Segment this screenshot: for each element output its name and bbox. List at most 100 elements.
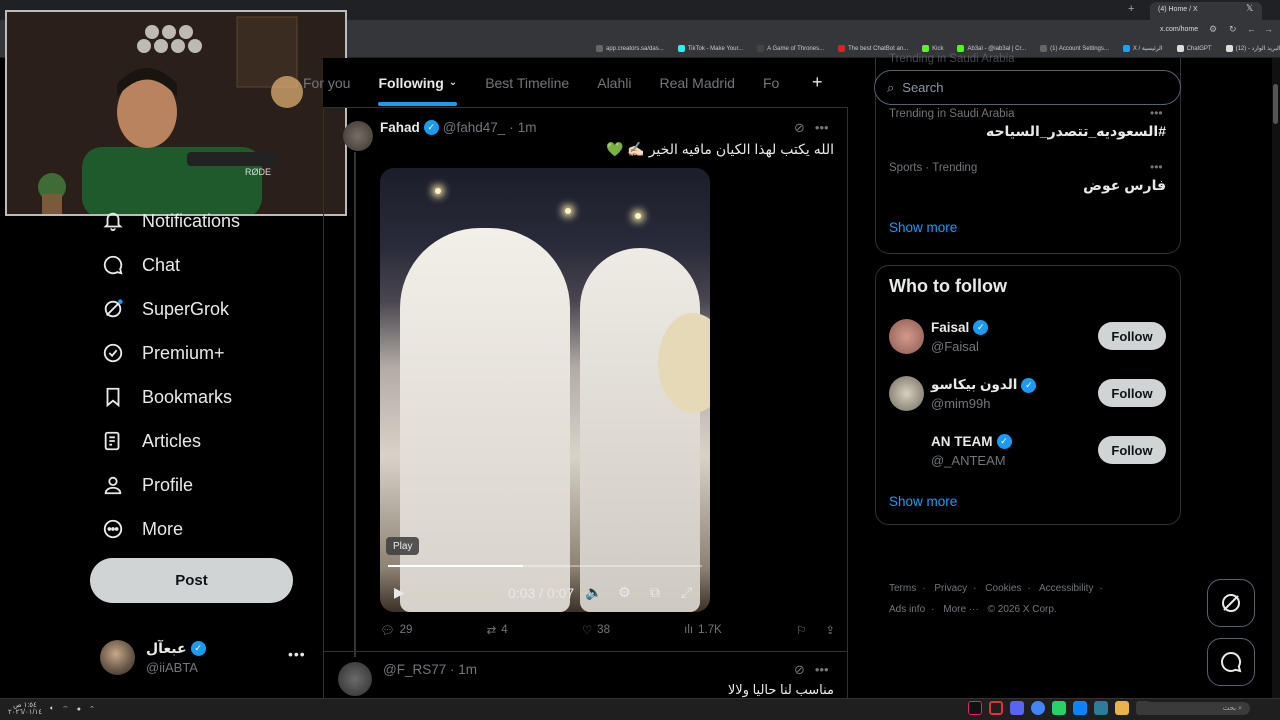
tab-alahli[interactable]: Alahli	[583, 58, 645, 108]
repost-button[interactable]: ⇄ 4	[487, 623, 508, 637]
tune-icon[interactable]: ⚙	[1209, 24, 1217, 35]
account-switcher[interactable]: عبعآل ✓ @iiABTA •••	[100, 638, 310, 678]
follow-button[interactable]: Follow	[1098, 322, 1166, 350]
tiktok-app-icon[interactable]	[968, 701, 982, 715]
like-button[interactable]: ♡ 38	[582, 623, 610, 637]
fullscreen-icon[interactable]: ⤢	[681, 584, 692, 601]
footer-link[interactable]: Accessibility	[1039, 583, 1093, 594]
nav-notifications[interactable]: Notifications	[102, 210, 240, 232]
nav-profile[interactable]: Profile	[102, 474, 193, 496]
bookmark-item[interactable]: Ab3al - @iab3al | Cr...	[957, 45, 1026, 52]
nav-bookmarks[interactable]: Bookmarks	[102, 386, 232, 408]
bookmark-item[interactable]: The best ChatBot an...	[838, 45, 908, 52]
nav-label: Premium+	[142, 342, 225, 363]
chevron-up-icon[interactable]: ⌃	[89, 705, 95, 713]
network-icon[interactable]: ⌔	[62, 705, 69, 714]
taskbar-search[interactable]: بحث ⌕	[1140, 702, 1250, 715]
mic-icon[interactable]: ●	[77, 706, 81, 713]
avatar[interactable]	[889, 319, 924, 354]
avatar[interactable]	[343, 121, 373, 151]
grok-fab-button[interactable]	[1207, 579, 1255, 627]
views-button[interactable]: ılı 1.7K	[684, 623, 722, 637]
nav-supergrok[interactable]: SuperGrok	[102, 298, 229, 320]
bookmark-item[interactable]: TikTok - Make Your...	[677, 45, 743, 52]
back-icon[interactable]: ←	[1247, 24, 1256, 34]
bookmark-favicon-icon	[1122, 45, 1130, 52]
bookmark-item[interactable]: app.creators.sa/das...	[596, 45, 664, 52]
chrome-app-icon[interactable]	[1031, 701, 1045, 715]
search-input[interactable]: ⌕ Search	[874, 70, 1181, 105]
scrollbar-thumb[interactable]	[1273, 84, 1278, 124]
tab-for-you[interactable]: For you	[303, 58, 364, 108]
bookmark-item[interactable]: ChatGPT	[1176, 45, 1212, 52]
video-player[interactable]	[380, 168, 710, 612]
nav-articles[interactable]: Articles	[102, 430, 201, 452]
footer-link[interactable]: More ···	[943, 604, 979, 615]
author-handle[interactable]: @fahd47_	[443, 120, 506, 135]
new-tab-button[interactable]: +	[1128, 3, 1134, 15]
follow-suggestion-name[interactable]: Faisal ✓	[931, 320, 989, 335]
whatsapp-app-icon[interactable]	[1052, 701, 1066, 715]
mail-app-icon[interactable]	[1094, 701, 1108, 715]
trends-show-more-link[interactable]: Show more	[889, 220, 957, 235]
messages-fab-button[interactable]	[1207, 638, 1255, 686]
post-time[interactable]: 1m	[518, 120, 537, 135]
follow-suggestion-name[interactable]: AN TEAM ✓	[931, 434, 1012, 449]
tab-fo[interactable]: Fo	[749, 58, 793, 108]
forward-icon[interactable]: →	[1264, 24, 1273, 34]
more-dots-icon[interactable]: •••	[815, 662, 829, 678]
footer-link[interactable]: Privacy	[934, 583, 967, 594]
explorer-app-icon[interactable]	[1115, 701, 1129, 715]
nav-premium[interactable]: Premium+	[102, 342, 225, 364]
scrollbar[interactable]	[1272, 58, 1280, 698]
reload-icon[interactable]: ↻	[1229, 24, 1237, 35]
more-dots-icon[interactable]: •••	[1150, 106, 1163, 120]
bookmark-item[interactable]: A Game of Thrones...	[757, 45, 824, 52]
tab-following[interactable]: Following ⌄	[364, 58, 471, 108]
play-icon[interactable]: ▶	[394, 584, 405, 601]
more-dots-icon[interactable]: •••	[815, 120, 829, 136]
tab-real-madrid[interactable]: Real Madrid	[645, 58, 748, 108]
trend-title[interactable]: #السعوديه_تتصدر_السياحه	[890, 123, 1166, 140]
avatar[interactable]	[889, 376, 924, 411]
follow-button[interactable]: Follow	[1098, 436, 1166, 464]
grok-icon[interactable]: ⊘	[794, 662, 805, 678]
add-tab-plus-icon[interactable]: +	[812, 72, 823, 93]
pip-icon[interactable]: ⧉	[650, 584, 660, 601]
clock[interactable]: ١:٥٤ ص ٢٠٢٦/٠١/١٤	[8, 702, 42, 716]
record-app-icon[interactable]	[989, 701, 1003, 715]
nav-chat[interactable]: Chat	[102, 254, 180, 276]
settings-gear-icon[interactable]: ⚙	[618, 584, 631, 601]
verified-badge-icon: ✓	[996, 434, 1012, 449]
post-button[interactable]: Post	[90, 558, 293, 603]
follow-button[interactable]: Follow	[1098, 379, 1166, 407]
nav-more[interactable]: More	[102, 518, 183, 540]
author-handle[interactable]: @F_RS77	[383, 662, 446, 677]
share-icon[interactable]: ⇪	[825, 623, 835, 637]
follow-suggestion-name[interactable]: الدون بيكاسو ✓	[931, 377, 1037, 393]
avatar[interactable]	[338, 662, 372, 696]
trend-title[interactable]: فارس عوض	[890, 177, 1166, 194]
tab-best-timeline[interactable]: Best Timeline	[471, 58, 583, 108]
footer-link[interactable]: Ads info	[889, 604, 925, 615]
more-dots-icon[interactable]: •••	[288, 646, 306, 662]
avatar[interactable]	[889, 433, 924, 468]
author-name[interactable]: Fahad	[380, 120, 420, 135]
discord-app-icon[interactable]	[1010, 701, 1024, 715]
url-text[interactable]: x.com/home	[1160, 26, 1198, 33]
footer-link[interactable]: Terms	[889, 583, 916, 594]
bookmark-item[interactable]: (12) - البريد الوارد - ab...	[1225, 45, 1280, 52]
bookmark-item[interactable]: Kick	[922, 45, 943, 52]
footer-link[interactable]: Cookies	[985, 583, 1021, 594]
follow-show-more-link[interactable]: Show more	[889, 494, 957, 509]
bookmark-item[interactable]: X / الرئيسية	[1122, 45, 1163, 52]
grok-icon[interactable]: ⊘	[794, 120, 805, 136]
more-dots-icon[interactable]: •••	[1150, 160, 1163, 174]
reply-button[interactable]: 💬︎ 29	[380, 623, 412, 637]
volume-icon[interactable]: 🔈	[585, 584, 602, 601]
post-time[interactable]: 1m	[458, 662, 477, 677]
bookmark-item[interactable]: (1) Account Settings...	[1040, 45, 1109, 52]
speaker-icon[interactable]: 🔈︎	[50, 705, 54, 713]
bookmark-icon[interactable]: ⚐	[796, 623, 806, 637]
edge-app-icon[interactable]	[1073, 701, 1087, 715]
